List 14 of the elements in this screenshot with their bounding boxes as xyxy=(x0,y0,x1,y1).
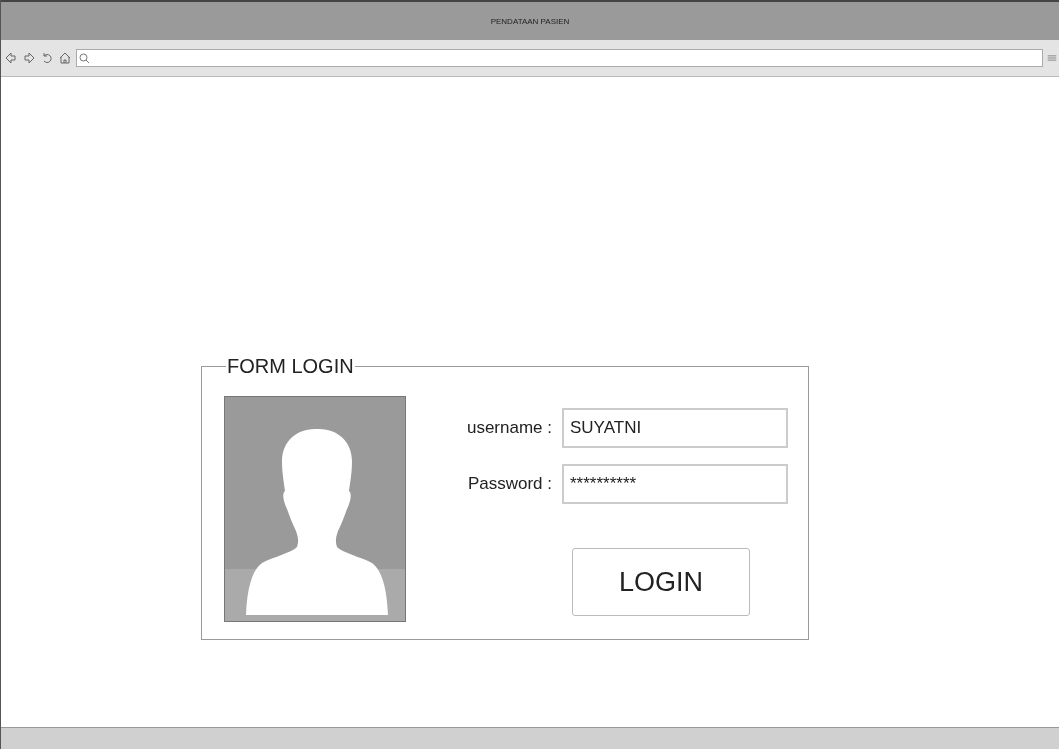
input-field[interactable]: SUYATNI xyxy=(562,408,788,448)
address-field[interactable] xyxy=(76,49,1043,67)
field-label: Password : xyxy=(466,474,552,494)
home-icon[interactable] xyxy=(58,51,72,65)
input-field[interactable]: ********** xyxy=(562,464,788,504)
window-title: PENDATAAN PASIEN xyxy=(490,16,570,26)
avatar-silhouette-icon xyxy=(224,396,406,622)
search-icon xyxy=(79,52,90,64)
reload-icon[interactable] xyxy=(40,51,54,65)
back-icon[interactable] xyxy=(4,51,18,65)
login-button[interactable]: LOGIN xyxy=(572,548,750,616)
forward-icon[interactable] xyxy=(22,51,36,65)
field-label: username : xyxy=(465,418,552,438)
form-title: FORM LOGIN xyxy=(226,355,355,378)
